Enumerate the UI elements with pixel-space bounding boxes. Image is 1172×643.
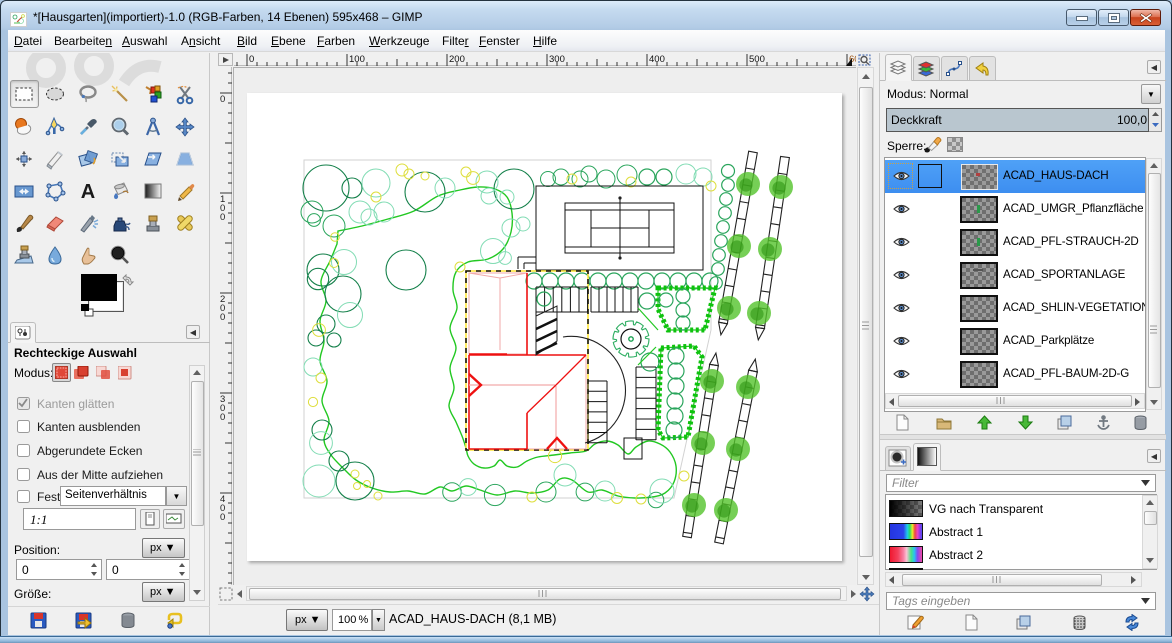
svg-text:0: 0 (220, 312, 225, 323)
svg-text:0: 0 (249, 54, 254, 65)
svg-text:0: 0 (220, 512, 225, 523)
svg-text:500: 500 (749, 54, 765, 65)
svg-text:0: 0 (220, 94, 225, 105)
svg-text:200: 200 (449, 54, 465, 65)
svg-text:0: 0 (220, 412, 225, 423)
svg-text:300: 300 (549, 54, 565, 65)
svg-text:A: A (81, 181, 95, 202)
svg-text:100: 100 (349, 54, 365, 65)
svg-text:0: 0 (220, 212, 225, 223)
svg-text:400: 400 (649, 54, 665, 65)
